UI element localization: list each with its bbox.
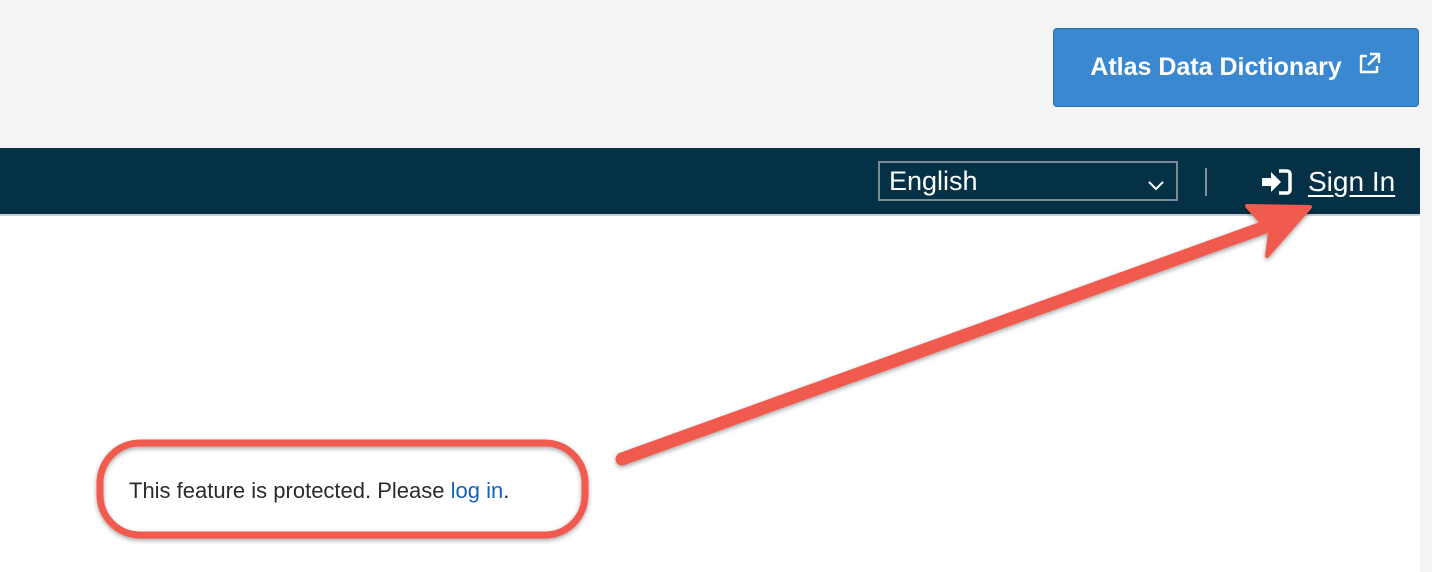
sign-in-icon (1260, 168, 1292, 196)
sign-in-label: Sign In (1308, 166, 1396, 197)
notice-end: . (503, 478, 510, 503)
top-navbar: English Sign In (0, 148, 1420, 214)
main-content (0, 216, 1420, 572)
chevron-down-icon (1146, 171, 1166, 191)
nav-divider (1205, 168, 1207, 196)
notice-text: This feature is protected. Please (129, 478, 451, 503)
log-in-link[interactable]: log in (451, 478, 504, 503)
atlas-data-dictionary-button[interactable]: Atlas Data Dictionary (1053, 28, 1419, 107)
dictionary-button-label: Atlas Data Dictionary (1090, 53, 1342, 81)
protected-feature-notice: This feature is protected. Please log in… (129, 478, 509, 504)
language-select-value: English (889, 165, 978, 196)
language-select[interactable]: English (878, 161, 1178, 201)
right-gutter (1420, 148, 1432, 572)
sign-in-link[interactable]: Sign In (1260, 162, 1395, 202)
external-link-icon (1356, 51, 1382, 77)
